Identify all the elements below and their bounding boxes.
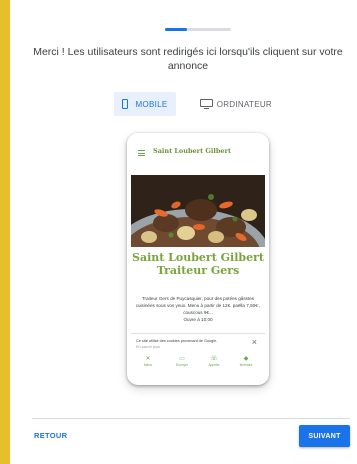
preview-header: Saint Loubert Gilbert bbox=[127, 145, 269, 163]
mobile-toggle-button[interactable]: MOBILE bbox=[114, 92, 176, 116]
close-icon[interactable]: × bbox=[252, 338, 257, 347]
directions-icon: ◆ bbox=[243, 356, 249, 362]
restaurant-name: Saint Loubert Gilbert Traiteur Gers bbox=[132, 251, 264, 277]
desktop-toggle-button[interactable]: ORDINATEUR bbox=[200, 92, 272, 116]
restaurant-icon: ✕ bbox=[145, 356, 151, 362]
nav-item-call[interactable]: ☏ Appeler bbox=[199, 355, 229, 368]
cookie-banner: Ce site utilise des cookies provenant de… bbox=[131, 333, 265, 356]
progress-fill bbox=[165, 28, 187, 31]
nav-label: Envoyer bbox=[175, 363, 189, 367]
opening-hours: Ouvre à 10:00 bbox=[183, 317, 213, 322]
nav-label: Menu bbox=[143, 363, 153, 367]
restaurant-description: Traiteur Gers de Puycasquier, pour des p… bbox=[135, 295, 261, 323]
nav-label: Appeler bbox=[208, 363, 220, 367]
description-text: Traiteur Gers de Puycasquier, pour des p… bbox=[135, 296, 261, 315]
progress-bar bbox=[165, 28, 231, 31]
confirmation-message: Merci ! Les utilisateurs sont redirigés … bbox=[33, 46, 343, 72]
wizard-card: Merci ! Les utilisateurs sont redirigés … bbox=[10, 0, 357, 464]
monitor-icon bbox=[200, 98, 213, 110]
mobile-preview: Saint Loubert Gilbert Saint Loubert Gilb… bbox=[127, 133, 269, 385]
cookie-learn-more-link[interactable]: En savoir plus bbox=[136, 345, 160, 349]
phone-icon: ☏ bbox=[210, 356, 218, 362]
back-button[interactable]: RETOUR bbox=[34, 429, 67, 443]
desktop-toggle-label: ORDINATEUR bbox=[216, 99, 272, 109]
mobile-toggle-label: MOBILE bbox=[135, 99, 168, 109]
message-icon: ▭ bbox=[179, 356, 185, 362]
preview-site-title: Saint Loubert Gilbert bbox=[153, 147, 231, 155]
next-button[interactable]: SUIVANT bbox=[299, 425, 350, 447]
cookie-text: Ce site utilise des cookies provenant de… bbox=[136, 339, 218, 343]
nav-item-menu[interactable]: ✕ Menu bbox=[133, 355, 163, 368]
preview-bottom-nav: ✕ Menu ▭ Envoyer ☏ Appeler ◆ Itinéraire bbox=[127, 355, 269, 373]
smartphone-icon bbox=[122, 99, 129, 109]
footer-divider bbox=[32, 418, 350, 419]
nav-item-send[interactable]: ▭ Envoyer bbox=[167, 355, 197, 368]
nav-item-directions[interactable]: ◆ Itinéraire bbox=[231, 355, 261, 368]
menu-icon bbox=[138, 150, 145, 156]
nav-label: Itinéraire bbox=[239, 363, 253, 367]
dish-photo bbox=[131, 175, 265, 247]
